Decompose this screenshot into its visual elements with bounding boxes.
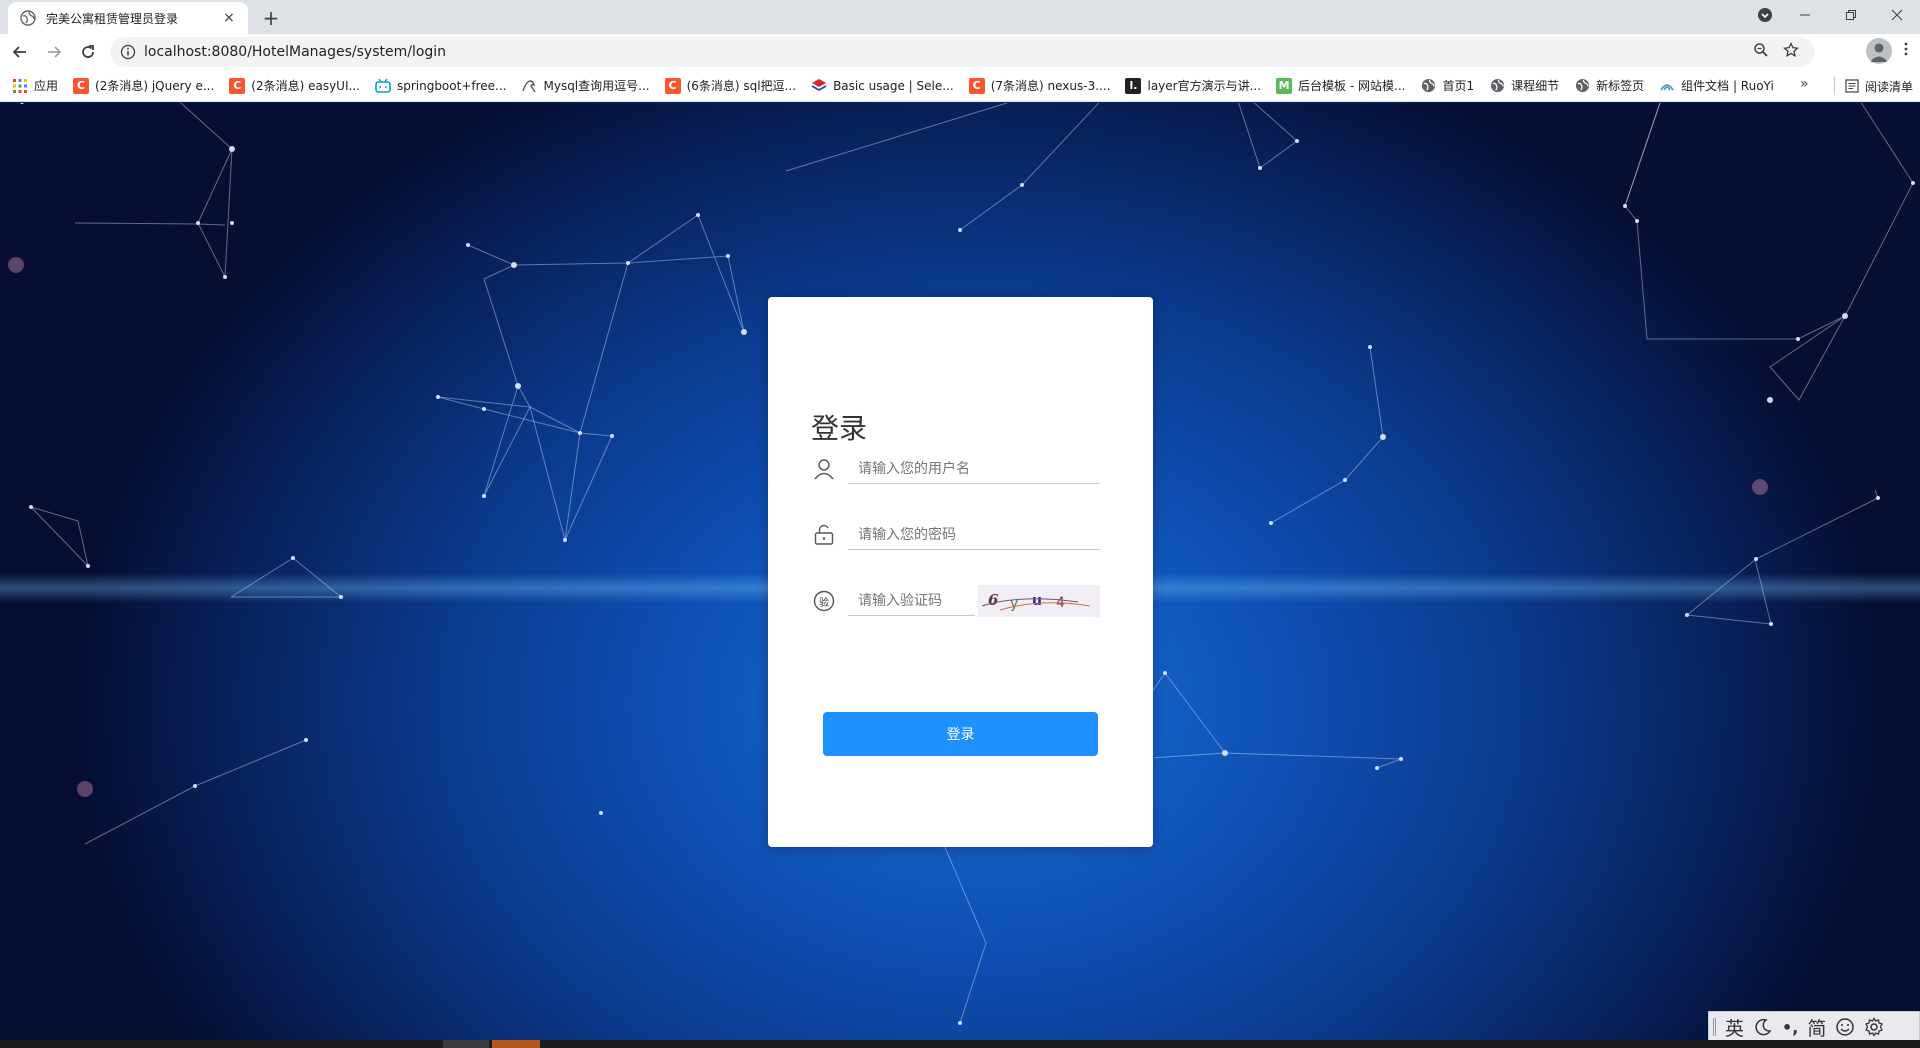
login-title: 登录 bbox=[811, 412, 868, 445]
bookmark-newtab[interactable]: 新标签页 bbox=[1574, 77, 1644, 94]
tab-search-icon[interactable] bbox=[1748, 0, 1782, 30]
new-tab-button[interactable]: + bbox=[260, 6, 282, 30]
csdn-icon: C bbox=[968, 77, 985, 94]
ime-language-toggle[interactable]: 英 bbox=[1725, 1014, 1744, 1041]
reading-list-button[interactable]: 阅读清单 bbox=[1834, 77, 1913, 95]
captcha-image[interactable]: 6yu4 bbox=[978, 585, 1100, 617]
tab-strip: 完美公寓租赁管理员登录 × + bbox=[0, 0, 1920, 34]
bookmark-mysql[interactable]: Mysql查询用逗号... bbox=[521, 77, 650, 94]
username-field bbox=[811, 454, 1111, 484]
m-icon: M bbox=[1276, 77, 1293, 94]
globe-icon bbox=[20, 10, 36, 26]
svg-text:y: y bbox=[1010, 596, 1018, 612]
password-input[interactable] bbox=[848, 520, 1100, 550]
bookmark-course[interactable]: 课程细节 bbox=[1489, 77, 1559, 94]
close-window-icon[interactable] bbox=[1874, 0, 1920, 30]
login-page-background: 登录 验 6yu4 登录 英 bbox=[0, 103, 1920, 1040]
bookmark-select2[interactable]: Basic usage | Sele... bbox=[811, 78, 954, 94]
reload-icon[interactable] bbox=[74, 38, 102, 66]
lock-icon bbox=[811, 522, 837, 548]
globe-icon bbox=[1420, 78, 1436, 94]
emoji-icon[interactable] bbox=[1835, 1017, 1855, 1037]
back-icon[interactable] bbox=[6, 38, 34, 66]
login-button[interactable]: 登录 bbox=[823, 712, 1098, 756]
minimize-icon[interactable] bbox=[1782, 0, 1828, 30]
bookmark-springboot[interactable]: springboot+free... bbox=[375, 78, 506, 94]
bilibili-icon bbox=[375, 78, 391, 94]
close-tab-icon[interactable]: × bbox=[220, 9, 238, 27]
bookmarks-more-icon[interactable]: » bbox=[1800, 76, 1809, 92]
captcha-field: 验 6yu4 bbox=[811, 585, 1111, 617]
captcha-icon: 验 bbox=[811, 588, 837, 614]
bookmark-template[interactable]: M 后台模板 - 网站模... bbox=[1276, 77, 1405, 94]
bookmark-ruoyi[interactable]: 组件文档 | RuoYi bbox=[1659, 77, 1774, 94]
ime-toolbar: 英 •, 简 bbox=[1708, 1011, 1920, 1040]
moon-icon[interactable] bbox=[1753, 1017, 1773, 1037]
restore-icon[interactable] bbox=[1828, 0, 1874, 30]
ime-drag-handle[interactable] bbox=[1713, 1018, 1716, 1036]
bookmark-easyui[interactable]: C (2条消息) easyUI... bbox=[229, 77, 360, 94]
svg-text:u: u bbox=[1032, 593, 1042, 609]
bookmark-star-icon[interactable] bbox=[1782, 41, 1800, 62]
taskbar-app[interactable] bbox=[443, 1040, 489, 1048]
ime-script-toggle[interactable]: 简 bbox=[1807, 1014, 1826, 1041]
profile-avatar-icon[interactable] bbox=[1866, 38, 1892, 64]
ruoyi-icon bbox=[1659, 78, 1675, 94]
bookmark-jquery[interactable]: C (2条消息) jQuery e... bbox=[73, 77, 214, 94]
login-card: 登录 验 6yu4 登录 bbox=[768, 297, 1153, 847]
bookmark-sql[interactable]: C (6条消息) sql把逗... bbox=[664, 77, 796, 94]
globe-icon bbox=[1574, 78, 1590, 94]
os-taskbar bbox=[0, 1040, 1920, 1048]
gear-icon[interactable] bbox=[1864, 1017, 1884, 1037]
select2-icon bbox=[811, 78, 827, 94]
captcha-input[interactable] bbox=[848, 586, 975, 616]
globe-icon bbox=[1489, 78, 1505, 94]
bookmark-nexus[interactable]: C (7条消息) nexus-3.... bbox=[968, 77, 1110, 94]
svg-text:6: 6 bbox=[988, 591, 999, 609]
apps-grid-icon bbox=[12, 78, 28, 94]
address-bar[interactable]: localhost:8080/HotelManages/system/login bbox=[110, 37, 1815, 67]
divider bbox=[1834, 77, 1835, 95]
csdn-icon: C bbox=[229, 77, 246, 94]
browser-tab[interactable]: 完美公寓租赁管理员登录 × bbox=[8, 2, 248, 34]
captcha-icon-label: 验 bbox=[819, 597, 829, 609]
url-text[interactable]: localhost:8080/HotelManages/system/login bbox=[144, 44, 1753, 60]
layer-icon: l. bbox=[1125, 77, 1142, 94]
csdn-icon: C bbox=[664, 77, 681, 94]
csdn-icon: C bbox=[73, 77, 90, 94]
mysql-icon bbox=[521, 78, 537, 94]
reading-list-icon bbox=[1845, 79, 1859, 93]
bookmarks-bar: 应用 C (2条消息) jQuery e... C (2条消息) easyUI.… bbox=[0, 70, 1920, 102]
forward-icon[interactable] bbox=[40, 38, 68, 66]
bookmark-apps[interactable]: 应用 bbox=[12, 77, 58, 94]
bookmark-home1[interactable]: 首页1 bbox=[1420, 77, 1474, 94]
user-icon bbox=[811, 456, 837, 482]
ime-punctuation-toggle[interactable]: •, bbox=[1782, 1018, 1798, 1037]
tab-title: 完美公寓租赁管理员登录 bbox=[46, 11, 179, 26]
taskbar-app-active[interactable] bbox=[492, 1040, 540, 1048]
site-info-icon[interactable] bbox=[118, 42, 138, 62]
browser-menu-icon[interactable] bbox=[1898, 41, 1914, 61]
bookmark-layer[interactable]: l. layer官方演示与讲... bbox=[1125, 77, 1261, 94]
window-controls bbox=[1748, 0, 1920, 30]
browser-toolbar: localhost:8080/HotelManages/system/login bbox=[0, 34, 1920, 70]
username-input[interactable] bbox=[848, 454, 1100, 484]
zoom-icon[interactable] bbox=[1753, 42, 1769, 62]
password-field bbox=[811, 520, 1111, 550]
